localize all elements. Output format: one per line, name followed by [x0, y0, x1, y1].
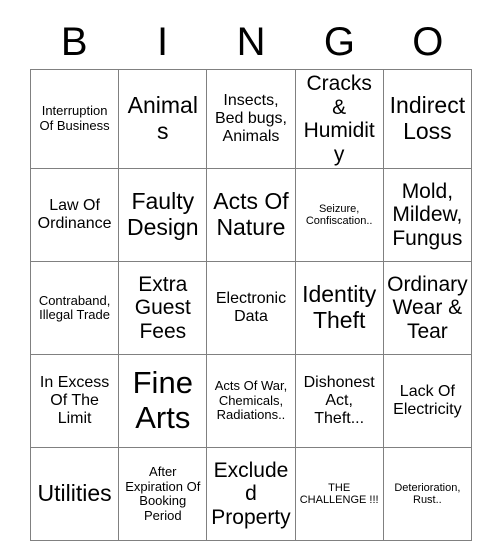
bingo-header-letter-g: G	[323, 19, 355, 64]
bingo-header-letter-n: N	[236, 19, 266, 64]
bingo-header-letter-i: I	[157, 19, 169, 64]
bingo-card: B I N G O Interruption Of Business Anima…	[29, 14, 473, 542]
bingo-cell[interactable]: Acts Of Nature	[206, 168, 296, 263]
bingo-cell[interactable]: Fine Arts	[118, 354, 208, 449]
bingo-row: Law Of Ordinance Faulty Design Acts Of N…	[29, 168, 473, 263]
bingo-cell[interactable]: Identity Theft	[294, 261, 384, 356]
bingo-cell[interactable]: Cracks & Humidity	[294, 68, 384, 170]
bingo-cell[interactable]: Electronic Data	[206, 261, 296, 356]
bingo-cell[interactable]: Interruption Of Business	[29, 68, 120, 170]
bingo-cell[interactable]: THE CHALLENGE !!!	[294, 447, 384, 542]
bingo-cell[interactable]: Lack Of Electricity	[382, 354, 473, 449]
bingo-cell[interactable]: Contraband, Illegal Trade	[29, 261, 120, 356]
bingo-row: Contraband, Illegal Trade Extra Guest Fe…	[29, 261, 473, 356]
bingo-cell[interactable]: Animals	[118, 68, 208, 170]
bingo-header: B I N G O	[30, 14, 472, 69]
bingo-header-letter-o: O	[412, 19, 444, 64]
bingo-row: Interruption Of Business Animals Insects…	[29, 68, 473, 170]
bingo-header-letter-b: B	[60, 19, 88, 64]
bingo-cell[interactable]: Deterioration, Rust..	[382, 447, 473, 542]
bingo-grid: Interruption Of Business Animals Insects…	[29, 68, 473, 542]
bingo-cell[interactable]: Seizure, Confiscation..	[294, 168, 384, 263]
bingo-cell[interactable]: Extra Guest Fees	[118, 261, 208, 356]
bingo-cell[interactable]: Utilities	[29, 447, 120, 542]
bingo-row: Utilities After Expiration Of Booking Pe…	[29, 447, 473, 542]
bingo-cell[interactable]: Law Of Ordinance	[29, 168, 120, 263]
bingo-cell[interactable]: Indirect Loss	[382, 68, 473, 170]
bingo-cell[interactable]: Excluded Property	[206, 447, 296, 542]
bingo-cell[interactable]: Mold, Mildew, Fungus	[382, 168, 473, 263]
bingo-cell[interactable]: Faulty Design	[118, 168, 208, 263]
bingo-cell[interactable]: After Expiration Of Booking Period	[118, 447, 208, 542]
bingo-cell[interactable]: Acts Of War, Chemicals, Radiations..	[206, 354, 296, 449]
bingo-cell[interactable]: Dishonest Act, Theft...	[294, 354, 384, 449]
bingo-row: In Excess Of The Limit Fine Arts Acts Of…	[29, 354, 473, 449]
bingo-cell[interactable]: Ordinary Wear & Tear	[382, 261, 473, 356]
bingo-cell[interactable]: In Excess Of The Limit	[29, 354, 120, 449]
bingo-cell[interactable]: Insects, Bed bugs, Animals	[206, 68, 296, 170]
